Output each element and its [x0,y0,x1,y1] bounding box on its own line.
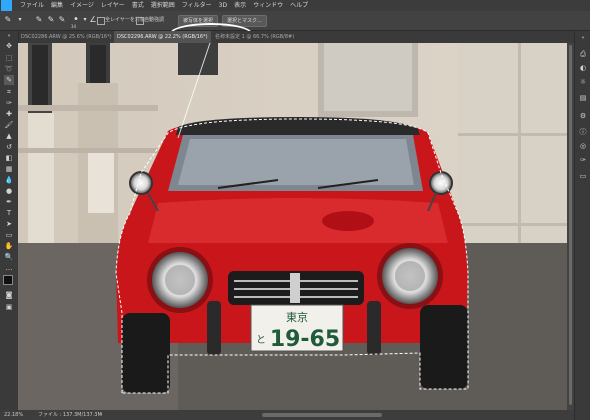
menu-3d[interactable]: 3D [219,0,227,11]
menu-view[interactable]: 表示 [234,0,246,11]
eraser-icon[interactable]: ◧ [4,153,14,163]
brush-icon[interactable]: 🖌 [4,120,14,130]
collapse-icon[interactable]: » [4,31,14,41]
options-bar: ✎ ▾ ✎ ✎ ✎ • 34 ▾ ∠ 全レイヤーを対象 自動強調 被写体を選択 … [0,11,590,44]
menu-type[interactable]: 書式 [132,0,144,11]
tools-panel: » ✥ ⬚ ➰ ✎ ⌗ ✑ ✚ 🖌 ▲ ↺ ◧ ▦ 💧 ● ✒ T ➤ ▭ ✋ … [0,31,19,411]
healing-icon[interactable]: ✚ [4,109,14,119]
shape-icon[interactable]: ▭ [4,230,14,240]
zoom-level[interactable]: 22.18% [4,410,23,420]
move-icon[interactable]: ✥ [4,41,14,51]
menu-window[interactable]: ウィンドウ [253,0,283,11]
new-selection-brush-icon[interactable]: ✎ [34,15,44,25]
menu-bar: ファイル 編集 イメージ レイヤー 書式 選択範囲 フィルター 3D 表示 ウィ… [0,0,590,11]
tab-dsc02296[interactable]: DSC02296.ARW @ 22.2% (RGB/16*) [114,31,211,43]
tab-dsc02286[interactable]: DSC02286.ARW @ 25.6% (RGB/16*) [18,31,115,43]
menu-file[interactable]: ファイル [20,0,44,11]
right-panel-dock: « ⎙ ◐ ☼ ▤ ⚙ ⓘ ◎ ✑ ▭ [574,31,590,420]
menu-items: ファイル 編集 イメージ レイヤー 書式 選択範囲 フィルター 3D 表示 ウィ… [20,0,308,11]
vertical-scrollbar[interactable] [567,43,574,410]
horizontal-scroll-thumb[interactable] [262,413,382,417]
gradient-icon[interactable]: ▦ [4,164,14,174]
properties-icon[interactable]: ⚙ [578,111,588,121]
photo-image: 東京 と 19-65 [18,43,574,410]
chevron-down-icon[interactable]: ▾ [15,15,25,25]
type-icon[interactable]: T [4,208,14,218]
collapse-icon[interactable]: « [578,33,588,43]
plate-number-text: 19-65 [270,327,340,352]
subtract-selection-brush-icon[interactable]: ✎ [57,15,67,25]
document-canvas[interactable]: 東京 と 19-65 [18,43,574,410]
quick-select-icon[interactable]: ✎ [4,75,14,85]
menu-help[interactable]: ヘルプ [290,0,308,11]
sun-icon[interactable]: ☼ [578,77,588,87]
menu-select[interactable]: 選択範囲 [151,0,175,11]
select-subject-button[interactable]: 被写体を選択 [178,15,219,27]
file-info: ファイル : 137.3M/137.3M [38,412,102,418]
history-icon[interactable]: ⎙ [578,49,588,59]
auto-enhance-label: 自動強調 [144,17,165,23]
hand-icon[interactable]: ✋ [4,241,14,251]
adjust-icon[interactable]: ◐ [578,63,588,73]
status-bar: 22.18% ファイル : 137.3M/137.3M › [0,410,574,420]
add-selection-brush-icon[interactable]: ✎ [46,15,56,25]
path-select-icon[interactable]: ➤ [4,219,14,229]
sample-all-layers-checkbox[interactable] [97,17,105,25]
stamp-icon[interactable]: ▲ [4,131,14,141]
photoshop-logo-icon[interactable] [1,0,12,11]
screen-mode-icon[interactable]: ▣ [4,302,14,312]
plate-top-text: 東京 [286,310,308,324]
menu-edit[interactable]: 編集 [51,0,63,11]
lasso-icon[interactable]: ➰ [4,64,14,74]
document-tabs: DSC02286.ARW @ 25.6% (RGB/16*) DSC02296.… [18,31,574,43]
select-and-mask-button[interactable]: 選択とマスク... [222,15,267,27]
eyedropper-icon[interactable]: ✑ [4,98,14,108]
foreground-color-swatch[interactable] [3,275,13,285]
channels-icon[interactable]: ◎ [578,141,588,151]
status-menu-arrow-icon[interactable]: › [100,410,102,420]
menu-image[interactable]: イメージ [70,0,94,11]
auto-enhance-checkbox[interactable] [136,17,144,25]
dodge-icon[interactable]: ● [4,186,14,196]
tab-untitled-1[interactable]: 名称未設定 1 @ 66.7% (RGB/8#) [212,31,297,43]
info-icon[interactable]: ⓘ [578,127,588,137]
vertical-scroll-thumb[interactable] [569,45,572,405]
layers-icon[interactable]: ▤ [578,93,588,103]
marquee-icon[interactable]: ⬚ [4,53,14,63]
tool-preset-icon[interactable]: ✎ [3,15,13,25]
blur-icon[interactable]: 💧 [4,175,14,185]
paths-icon[interactable]: ✑ [578,155,588,165]
zoom-icon[interactable]: 🔍 [4,252,14,262]
plate-small-text: と [256,334,266,346]
libraries-icon[interactable]: ▭ [578,171,588,181]
menu-layer[interactable]: レイヤー [101,0,125,11]
menu-filter[interactable]: フィルター [182,0,212,11]
pen-icon[interactable]: ✒ [4,197,14,207]
crop-icon[interactable]: ⌗ [4,87,14,97]
history-brush-icon[interactable]: ↺ [4,142,14,152]
more-icon[interactable]: … [4,263,14,273]
quick-mask-icon[interactable]: ◙ [4,290,14,300]
